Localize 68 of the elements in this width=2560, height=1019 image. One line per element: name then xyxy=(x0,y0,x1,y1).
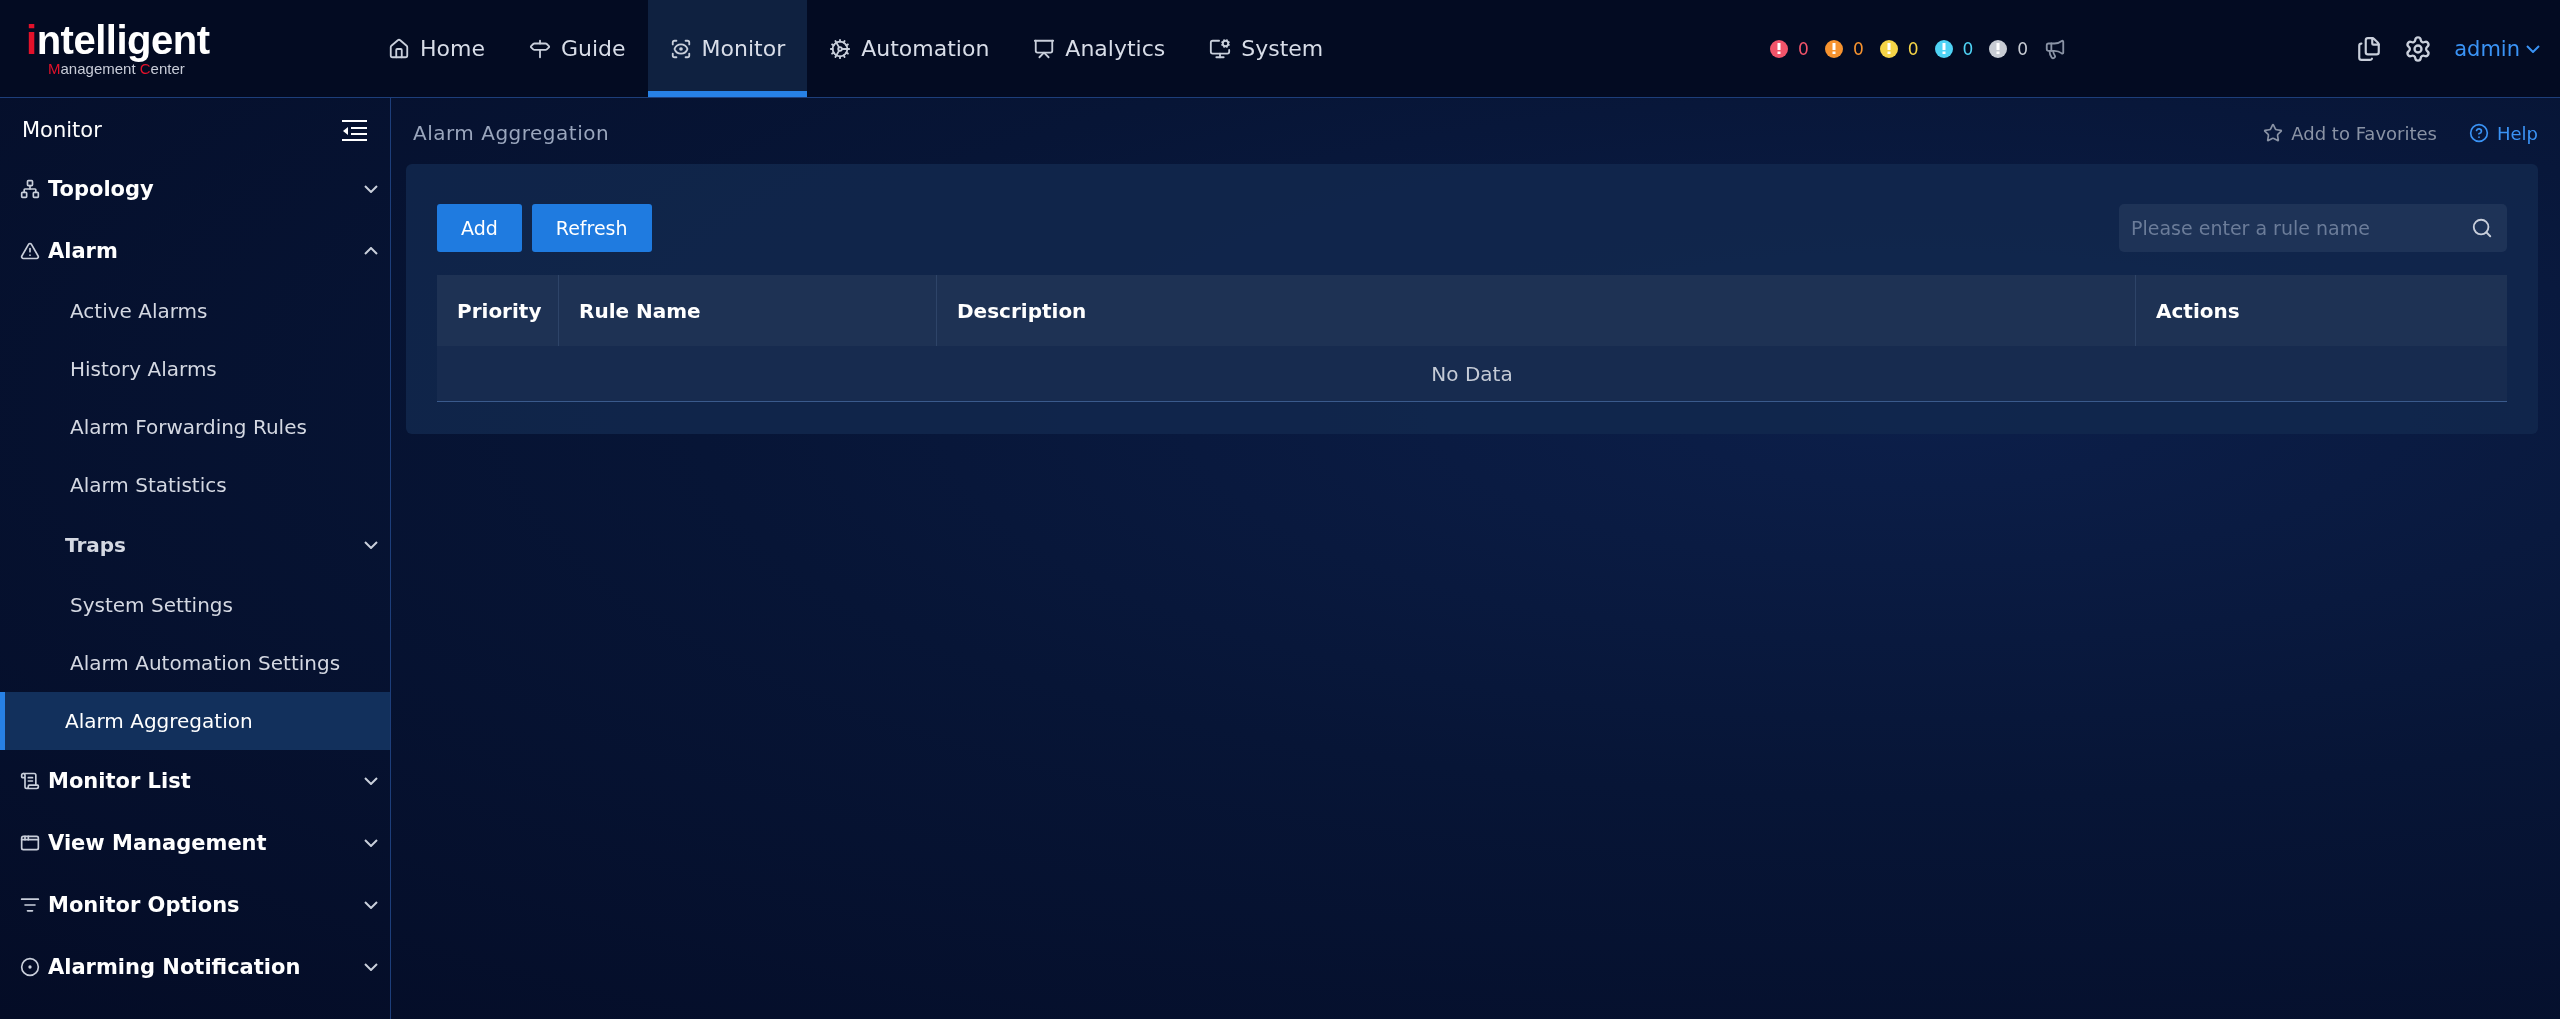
menu-item[interactable]: Active Alarms xyxy=(0,282,390,340)
search-field[interactable]: Please enter a rule name xyxy=(2119,204,2507,252)
menu-group[interactable]: Alarming Notification xyxy=(0,936,390,998)
chevron-down-icon xyxy=(364,901,378,909)
help-link[interactable]: Help xyxy=(2468,122,2538,144)
star-icon xyxy=(2263,123,2284,143)
megaphone-icon[interactable] xyxy=(2044,37,2067,60)
nav-tab[interactable]: Analytics xyxy=(1011,0,1188,97)
chevron-down-icon xyxy=(364,777,378,785)
document-icon xyxy=(20,771,40,791)
alarm-count: 0 xyxy=(1962,38,1974,59)
chevron-down-icon xyxy=(364,541,378,549)
menu-group[interactable]: Alarm xyxy=(0,220,390,282)
alert-dot[interactable] xyxy=(1989,39,2008,58)
settings-icon[interactable] xyxy=(2404,34,2433,63)
window-icon xyxy=(20,833,40,853)
monitor-icon xyxy=(669,37,692,60)
menu-group[interactable]: Topology xyxy=(0,158,390,220)
action-button[interactable]: Refresh xyxy=(531,204,652,252)
alert-dot[interactable] xyxy=(1934,39,1953,58)
alert-dot[interactable] xyxy=(1824,39,1843,58)
hierarchy-icon xyxy=(20,179,40,199)
add-to-favorites-link[interactable]: Add to Favorites xyxy=(2263,122,2437,144)
menu-group[interactable]: Monitor Options xyxy=(0,874,390,936)
circle-icon xyxy=(20,957,40,977)
sidebar-title: Monitor xyxy=(22,118,102,142)
chevron-up-icon xyxy=(364,247,378,255)
menu-item[interactable]: Alarm Aggregation xyxy=(0,692,390,750)
alert-dot[interactable] xyxy=(1879,39,1898,58)
breadcrumb: Alarm Aggregation xyxy=(413,121,610,145)
nav-tab[interactable]: Automation xyxy=(807,0,1012,97)
warning-icon xyxy=(20,241,40,261)
help-icon xyxy=(2468,123,2489,143)
collapse-menu-icon[interactable] xyxy=(340,118,368,142)
alarm-count: 0 xyxy=(1798,38,1809,59)
gear-icon xyxy=(829,37,852,60)
screen-gear-icon xyxy=(1209,37,1232,60)
search-icon[interactable] xyxy=(2471,217,2493,239)
chevron-down-icon xyxy=(364,185,378,193)
signpost-icon xyxy=(528,37,551,60)
menu-group[interactable]: Monitor List xyxy=(0,750,390,812)
list-icon xyxy=(20,895,40,915)
menu-item[interactable]: System Settings xyxy=(0,576,390,634)
alarm-count: 0 xyxy=(2017,38,2029,59)
menu-group[interactable]: View Management xyxy=(0,812,390,874)
menu-item[interactable]: Alarm Forwarding Rules xyxy=(0,398,390,456)
menu-item[interactable]: Alarm Statistics xyxy=(0,456,390,514)
chart-screen-icon xyxy=(1033,37,1056,60)
nav-tab[interactable]: System xyxy=(1187,0,1346,97)
menu-item[interactable]: History Alarms xyxy=(0,340,390,398)
empty-message: No Data xyxy=(1431,361,1513,386)
menu-item[interactable]: Alarm Automation Settings xyxy=(0,634,390,692)
chevron-down-icon xyxy=(364,839,378,847)
chevron-down-icon xyxy=(364,963,378,971)
action-button[interactable]: Add xyxy=(437,204,522,252)
nav-tab[interactable]: Guide xyxy=(506,0,648,97)
chevron-down-icon xyxy=(2526,44,2540,53)
nav-tab[interactable]: Monitor xyxy=(647,0,808,97)
documents-icon[interactable] xyxy=(2356,35,2383,62)
column-header: Priority xyxy=(456,297,543,325)
logo-wordmark: intelligent xyxy=(26,20,211,60)
menu-group[interactable]: Traps xyxy=(0,514,390,576)
house-icon xyxy=(388,37,410,60)
alarm-count: 0 xyxy=(1907,38,1919,59)
user-menu[interactable]: admin xyxy=(2454,36,2540,61)
alert-dot[interactable] xyxy=(1770,39,1789,58)
nav-tab[interactable]: Home xyxy=(366,0,507,97)
alarm-count: 0 xyxy=(1852,38,1864,59)
